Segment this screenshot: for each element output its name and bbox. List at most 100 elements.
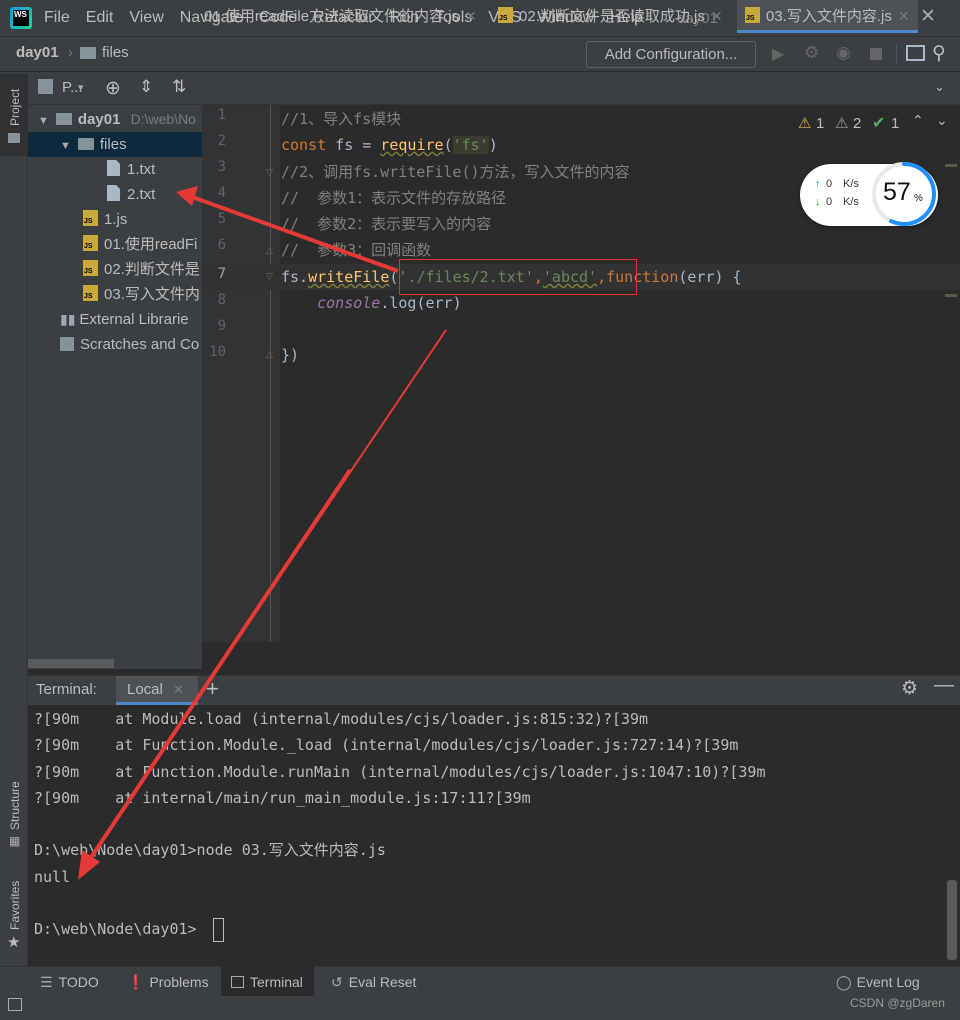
- chevron-down-icon[interactable]: ▼: [60, 140, 71, 152]
- terminal-line: ?[90m at internal/main/run_main_module.j…: [34, 789, 531, 807]
- coverage-icon[interactable]: ◉: [836, 43, 851, 63]
- tree-item-external-libraries[interactable]: ▮▮ External Librarie: [60, 307, 189, 332]
- line-number: 1: [217, 107, 226, 123]
- download-arrow-icon: ↓: [815, 196, 821, 208]
- tab-03-js[interactable]: 03.写入文件内容.js ✕: [737, 0, 918, 33]
- chevron-down-icon[interactable]: ▼: [38, 115, 49, 127]
- menu-file[interactable]: File: [44, 9, 70, 27]
- event-log-label: Event Log: [856, 974, 920, 990]
- upload-arrow-icon: ↑: [815, 178, 821, 190]
- tab-label: 03.写入文件内容.js: [766, 8, 892, 25]
- chevron-up-icon[interactable]: ⌃: [912, 112, 924, 129]
- watermark: CSDN @zgDaren: [850, 996, 945, 1010]
- ok-count[interactable]: 1: [891, 115, 899, 132]
- structure-tool-label[interactable]: Structure: [8, 781, 22, 830]
- breadcrumb-folder[interactable]: files: [102, 44, 129, 61]
- chevron-down-icon[interactable]: ▾: [78, 81, 84, 94]
- tree-item-scratches[interactable]: Scratches and Co: [60, 332, 199, 357]
- locate-icon[interactable]: ⊕: [105, 77, 121, 100]
- stop-icon[interactable]: [870, 48, 882, 60]
- eval-reset-tool-button[interactable]: ↺ Eval Reset: [331, 971, 416, 993]
- tree-item-1-txt[interactable]: 1.txt: [107, 157, 155, 182]
- tree-item-02-js[interactable]: 02.判断文件是: [83, 257, 200, 282]
- terminal-line: null: [34, 868, 71, 886]
- code-line-1: //1、导入fs模块: [281, 110, 402, 128]
- tree-item-files[interactable]: ▼ files: [60, 132, 127, 157]
- fold-icon[interactable]: ▽: [266, 167, 273, 178]
- close-tab-icon[interactable]: ✕: [465, 8, 477, 24]
- tab-01-js[interactable]: 01.使用readFile方法读取文件的内容.js ✕: [196, 0, 485, 33]
- tree-label: files: [99, 136, 127, 153]
- text-file-icon: [107, 160, 120, 176]
- search-icon[interactable]: ⚲: [932, 42, 946, 65]
- code-line-10: }): [281, 346, 300, 364]
- download-unit: K/s: [843, 196, 859, 208]
- tree-item-01-js[interactable]: 01.使用readFi: [83, 232, 197, 257]
- weak-warning-icon[interactable]: ⚠: [835, 114, 848, 132]
- close-tab-icon[interactable]: ✕: [711, 8, 723, 24]
- gutter-divider: [270, 105, 271, 642]
- tree-item-2-txt[interactable]: 2.txt: [107, 182, 155, 207]
- terminal-line: ?[90m at Function.Module._load (internal…: [34, 736, 739, 754]
- chevron-down-icon[interactable]: ⌄: [936, 112, 948, 129]
- warning-icon[interactable]: ⚠: [798, 114, 811, 132]
- todo-tool-button[interactable]: ☰ TODO: [40, 971, 99, 993]
- project-tool-label[interactable]: Project: [8, 89, 22, 126]
- add-terminal-icon[interactable]: +: [206, 676, 219, 702]
- toolbar-divider: [896, 44, 897, 64]
- fold-icon[interactable]: △: [266, 349, 273, 360]
- js-file-icon: [83, 285, 98, 301]
- library-icon: ▮▮: [60, 311, 76, 327]
- terminal-label: Terminal: [250, 974, 303, 990]
- close-tab-icon[interactable]: ✕: [173, 682, 184, 698]
- fold-icon[interactable]: △: [266, 245, 273, 256]
- tree-label: 2.txt: [127, 186, 156, 203]
- problems-tool-button[interactable]: ❗ Problems: [127, 971, 209, 993]
- scratch-icon: [60, 337, 74, 351]
- cpu-percent-sign: %: [914, 193, 923, 204]
- tree-item-03-js[interactable]: 03.写入文件内: [83, 282, 200, 307]
- tree-path: D:\web\No: [130, 111, 196, 127]
- expand-all-icon[interactable]: ⇕: [139, 77, 153, 97]
- line-number: 5: [217, 211, 226, 227]
- horizontal-scrollbar[interactable]: [28, 659, 114, 668]
- minimize-panel-icon[interactable]: —: [934, 674, 954, 697]
- event-log-tool-button[interactable]: ◯ Event Log: [836, 971, 920, 993]
- close-icon[interactable]: ✕: [920, 5, 936, 28]
- fold-icon[interactable]: ▽: [266, 271, 273, 282]
- line-number: 3: [217, 159, 226, 175]
- tree-label: 1.js: [104, 211, 128, 228]
- highlight-box: [399, 259, 637, 295]
- run-icon[interactable]: ▶: [772, 44, 784, 64]
- terminal-tab-label[interactable]: Local: [127, 681, 163, 698]
- debug-icon[interactable]: ⚙: [804, 43, 819, 63]
- terminal-scrollbar[interactable]: [947, 880, 957, 960]
- editor-bottom-area: [202, 642, 960, 669]
- favorites-tool-label[interactable]: Favorites: [8, 881, 22, 930]
- text-file-icon: [107, 185, 120, 201]
- tree-item-day01[interactable]: ▼ day01 D:\web\No: [38, 107, 196, 132]
- project-view-icon: [38, 79, 53, 94]
- tree-label: Scratches and Co: [80, 336, 200, 353]
- chevron-down-icon[interactable]: ⌄: [934, 79, 945, 95]
- add-configuration-button[interactable]: Add Configuration...: [586, 41, 756, 68]
- tree-label: 01.使用readFi: [104, 236, 198, 253]
- structure-icon: ▦: [9, 834, 21, 848]
- menu-view[interactable]: View: [129, 9, 163, 27]
- terminal-line: ?[90m at Module.load (internal/modules/c…: [34, 710, 649, 728]
- warning-count[interactable]: 1: [816, 115, 824, 132]
- collapse-all-icon[interactable]: ⇅: [172, 77, 186, 97]
- code-line-5: // 参数2：表示要写入的内容: [281, 215, 492, 233]
- menu-edit[interactable]: Edit: [86, 9, 114, 27]
- gear-icon[interactable]: ⚙: [901, 677, 918, 700]
- toggle-tool-windows-icon[interactable]: [8, 998, 22, 1011]
- terminal-window-icon[interactable]: [906, 45, 925, 61]
- weak-warning-count[interactable]: 2: [853, 115, 861, 132]
- close-tab-icon[interactable]: ✕: [898, 8, 910, 24]
- check-icon[interactable]: ✔: [872, 113, 885, 133]
- tree-item-1-js[interactable]: 1.js: [83, 207, 127, 232]
- terminal-tool-button[interactable]: Terminal: [231, 971, 303, 993]
- tree-label: 02.判断文件是: [104, 261, 200, 278]
- breadcrumb-project[interactable]: day01: [16, 44, 59, 61]
- tab-02-js[interactable]: 02.判断文件是否读取成功.js ✕: [490, 0, 731, 33]
